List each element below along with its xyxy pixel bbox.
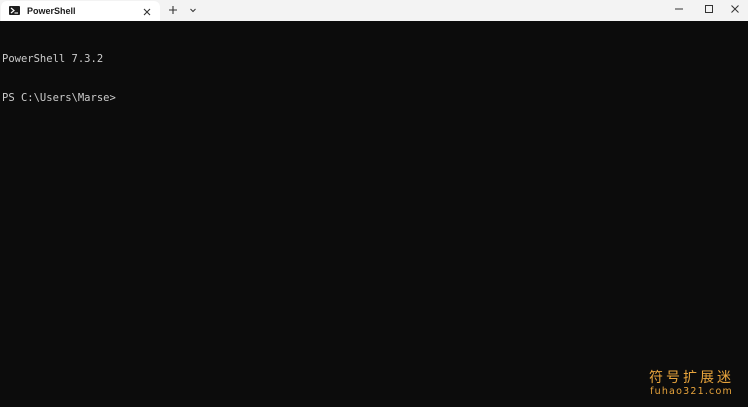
watermark-chinese: 符号扩展迷 <box>649 370 734 386</box>
terminal-window: PowerShell PowerShell 7.3.2 PS C:\Users\… <box>0 0 748 407</box>
watermark-url: fuhao321.com <box>650 386 733 397</box>
close-icon[interactable] <box>141 5 153 17</box>
terminal-prompt-line: PS C:\Users\Marse> <box>2 92 116 104</box>
chevron-down-icon[interactable] <box>186 3 200 17</box>
powershell-prompt-icon <box>9 6 20 15</box>
title-bar[interactable]: PowerShell <box>0 0 748 21</box>
tab-title: PowerShell <box>27 6 76 16</box>
minimize-icon <box>675 8 683 10</box>
tab-powershell[interactable]: PowerShell <box>1 1 160 21</box>
window-close-button[interactable] <box>718 0 748 18</box>
close-icon <box>731 5 739 13</box>
terminal-version-line: PowerShell 7.3.2 <box>2 53 104 65</box>
maximize-icon <box>705 5 713 13</box>
watermark: 符号扩展迷 fuhao321.com <box>649 370 734 398</box>
minimize-button[interactable] <box>662 0 696 18</box>
plus-icon[interactable] <box>166 3 180 17</box>
terminal-output[interactable]: PowerShell 7.3.2 PS C:\Users\Marse> <box>2 27 742 131</box>
